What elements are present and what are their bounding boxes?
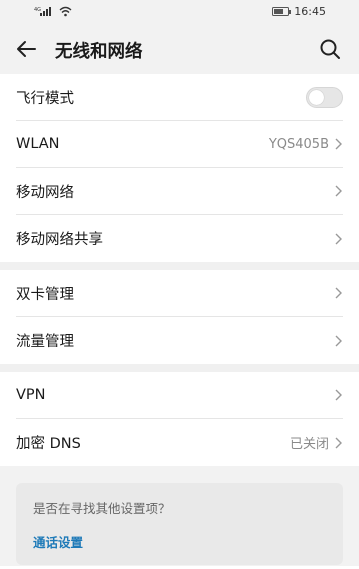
chevron-right-icon	[335, 287, 342, 299]
section-divider	[0, 364, 359, 372]
airplane-mode-row[interactable]: 飞行模式	[16, 74, 343, 121]
settings-group-1: 飞行模式 WLAN YQS405B 移动网络 移动网络共享	[0, 74, 359, 262]
wifi-icon	[59, 6, 72, 16]
page-title: 无线和网络	[55, 42, 143, 62]
vpn-row[interactable]: VPN	[16, 372, 343, 419]
status-icons-right: 16:45	[272, 5, 326, 18]
row-label: 双卡管理	[16, 286, 74, 303]
mobile-network-row[interactable]: 移动网络	[16, 168, 343, 215]
row-label: WLAN	[16, 136, 60, 152]
status-time: 16:45	[294, 5, 326, 18]
suggestion-card: 是否在寻找其他设置项？ 通话设置	[16, 483, 343, 565]
row-label: 飞行模式	[16, 90, 74, 107]
dual-sim-row[interactable]: 双卡管理	[16, 270, 343, 317]
chevron-right-icon	[335, 437, 342, 448]
wlan-value: YQS405B	[268, 136, 329, 152]
battery-icon	[272, 7, 292, 16]
settings-group-2: 双卡管理 流量管理	[0, 270, 359, 364]
row-label: 加密 DNS	[16, 436, 81, 452]
row-label: 流量管理	[16, 334, 74, 350]
battery-fill	[274, 9, 283, 14]
row-label: 移动网络	[16, 184, 74, 201]
app-bar: 无线和网络	[0, 24, 359, 74]
arrow-left-icon[interactable]	[14, 37, 38, 61]
airplane-mode-toggle[interactable]	[306, 86, 343, 108]
status-bar: 4G 16:45	[0, 0, 359, 24]
chevron-right-icon	[335, 138, 342, 150]
status-icons-left: 4G	[34, 5, 72, 17]
call-settings-link[interactable]: 通话设置	[33, 532, 326, 551]
svg-text:4G: 4G	[34, 7, 41, 13]
suggestion-question: 是否在寻找其他设置项？	[33, 501, 171, 516]
chevron-right-icon	[335, 389, 342, 401]
chevron-right-icon	[335, 233, 342, 244]
section-divider	[0, 262, 359, 270]
settings-group-3: VPN 加密 DNS 已关闭	[0, 372, 359, 466]
row-label: 移动网络共享	[16, 232, 103, 248]
row-right: 已关闭	[290, 433, 343, 452]
toggle-knob	[309, 89, 324, 105]
dns-value: 已关闭	[289, 437, 329, 452]
row-right: YQS405B	[269, 137, 343, 152]
private-dns-row[interactable]: 加密 DNS 已关闭	[16, 419, 343, 466]
signal-icon: 4G	[34, 7, 51, 16]
row-label: VPN	[16, 387, 46, 403]
chevron-right-icon	[335, 185, 342, 197]
data-usage-row[interactable]: 流量管理	[16, 317, 343, 364]
wlan-row[interactable]: WLAN YQS405B	[16, 121, 343, 168]
suggestion-area: 是否在寻找其他设置项？ 通话设置	[0, 466, 359, 566]
chevron-right-icon	[335, 335, 342, 346]
search-icon[interactable]	[318, 37, 342, 61]
tethering-row[interactable]: 移动网络共享	[16, 215, 343, 262]
